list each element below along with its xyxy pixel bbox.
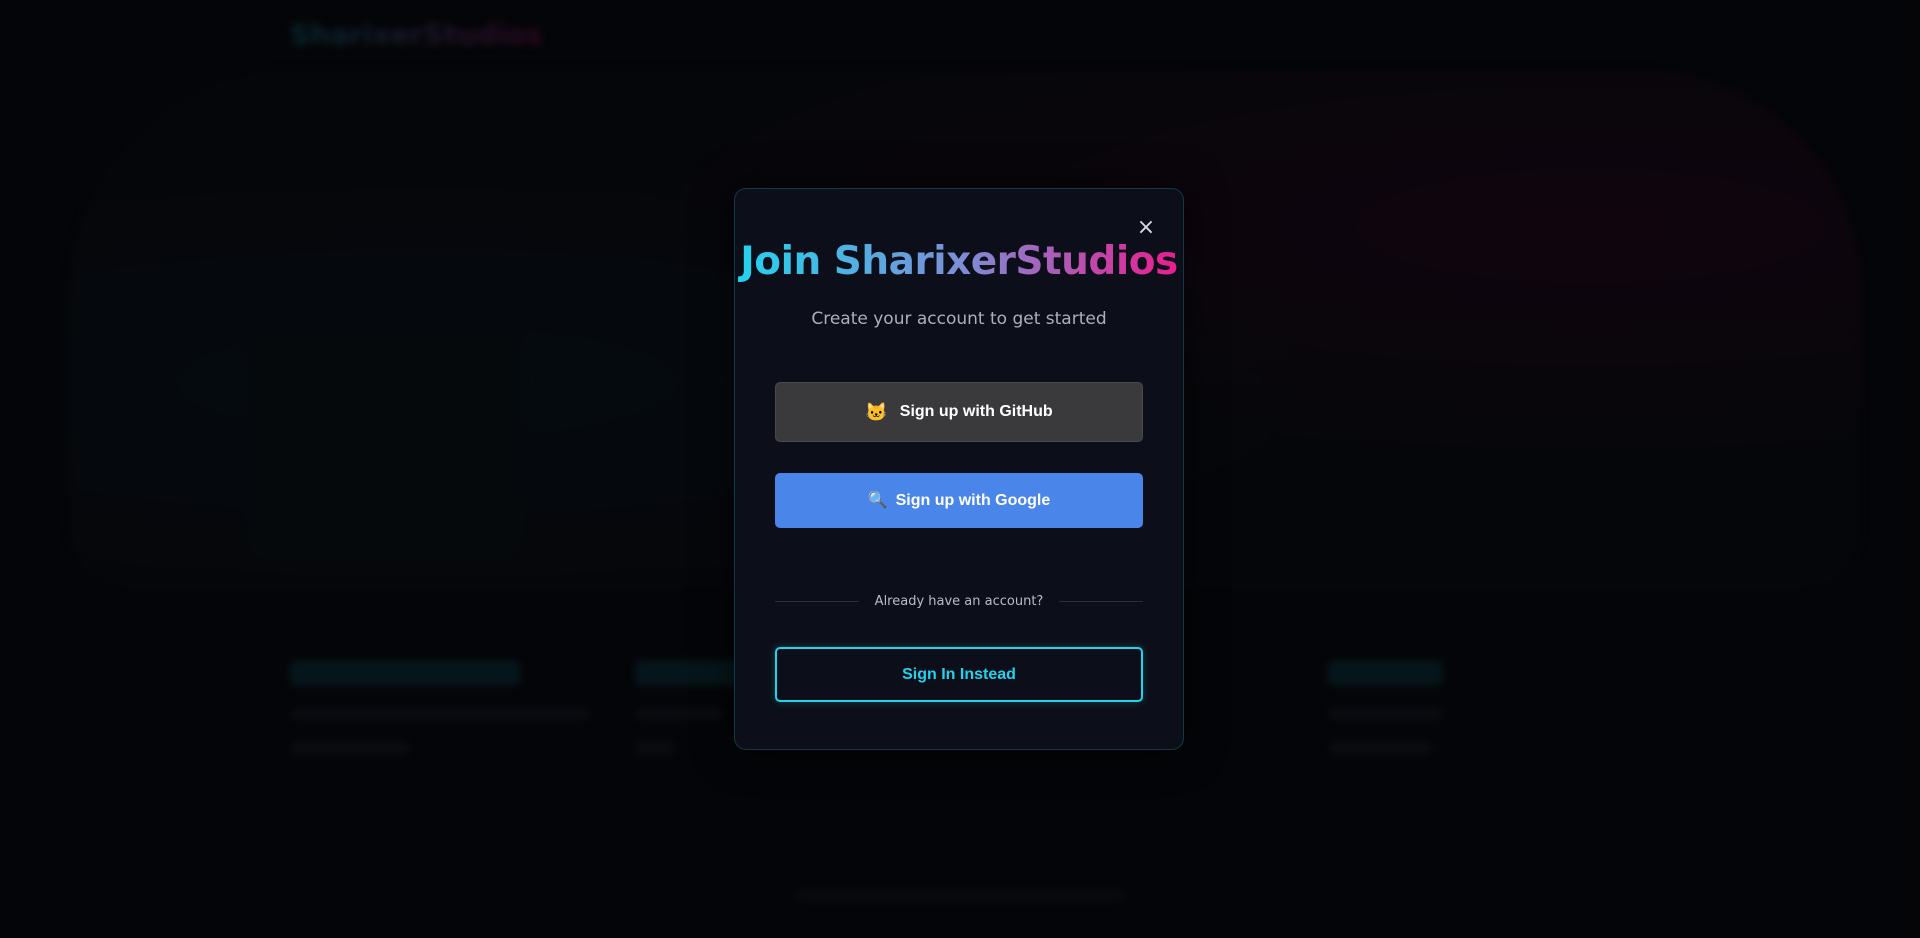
- sign-in-instead-label: Sign In Instead: [902, 665, 1016, 683]
- github-cat-icon: 🐱: [865, 402, 888, 422]
- google-signup-label: Sign up with Google: [895, 491, 1051, 509]
- modal-title: Join SharixerStudios: [735, 239, 1183, 284]
- divider-line-right: [1059, 601, 1144, 602]
- account-divider: Already have an account?: [775, 594, 1144, 609]
- github-signup-button[interactable]: 🐱 Sign up with GitHub: [775, 382, 1143, 442]
- close-icon[interactable]: ×: [1135, 217, 1157, 239]
- google-signup-button[interactable]: 🔍 Sign up with Google: [775, 473, 1143, 528]
- modal-subtitle: Create your account to get started: [811, 309, 1107, 329]
- github-signup-label: Sign up with GitHub: [899, 403, 1053, 420]
- divider-text: Already have an account?: [874, 594, 1044, 609]
- sign-in-instead-button[interactable]: Sign In Instead: [775, 647, 1143, 702]
- divider-line-left: [775, 601, 859, 602]
- magnifier-icon: 🔍: [867, 491, 888, 509]
- signup-modal: × Join SharixerStudios Create your accou…: [734, 188, 1184, 750]
